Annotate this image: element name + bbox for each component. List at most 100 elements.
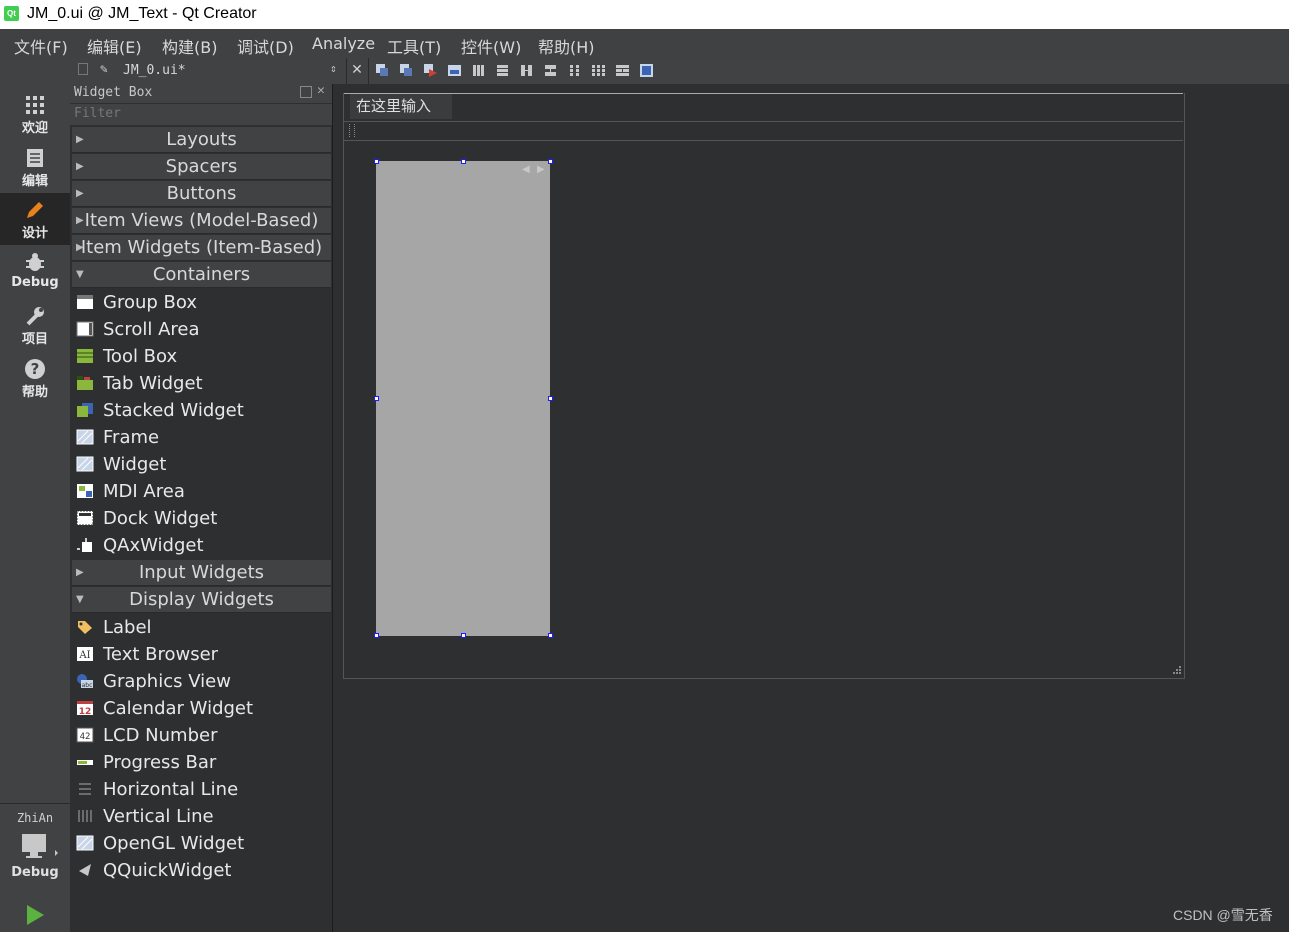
grid-icon [26, 96, 44, 114]
close-document-icon[interactable]: ✕ [349, 62, 365, 78]
selection-handle[interactable] [461, 633, 466, 638]
mode-label: 帮助 [21, 385, 48, 400]
document-icon [27, 149, 43, 167]
menu-tools[interactable]: 工具(T) [387, 34, 441, 58]
menu-file[interactable]: 文件(F) [14, 34, 68, 58]
menu-analyze[interactable]: Analyze [312, 34, 375, 53]
layout-h-splitter-icon[interactable] [521, 65, 532, 76]
layout-horizontal-icon[interactable] [473, 65, 484, 76]
menu-bar: 文件(F) 编辑(E) 构建(B) 调试(D) Analyze 工具(T) 控件… [0, 29, 1289, 58]
adjust-size-icon[interactable] [640, 64, 653, 77]
widget-item-tab-widget[interactable]: Tab Widget [72, 370, 331, 397]
category-display-widgets[interactable]: ▼ Display Widgets [72, 587, 331, 613]
menu-help[interactable]: 帮助(H) [538, 34, 595, 58]
form-toolbar-area[interactable] [344, 121, 1183, 141]
widget-item-label: Stacked Widget [103, 400, 244, 421]
panel-splitter[interactable] [332, 84, 333, 932]
widget-item-label: Widget [103, 454, 167, 475]
mode-projects[interactable]: 项目 [0, 299, 70, 351]
kit-selector[interactable] [12, 831, 58, 867]
svg-text:AI: AI [78, 650, 90, 661]
widget-item-group-box[interactable]: Group Box [72, 289, 331, 316]
run-button[interactable] [24, 904, 46, 926]
mode-design[interactable]: 设计 [0, 193, 70, 245]
float-icon[interactable] [300, 86, 312, 98]
layout-grid-icon[interactable] [592, 65, 605, 76]
filter-placeholder: Filter [74, 106, 121, 121]
selection-handle[interactable] [374, 396, 379, 401]
category-containers[interactable]: ▼ Containers [72, 262, 331, 288]
selection-handle[interactable] [548, 159, 553, 164]
widget-item-label: Tool Box [103, 346, 178, 367]
mode-welcome[interactable]: 欢迎 [0, 88, 70, 140]
group-box-icon [77, 295, 93, 309]
document-combo[interactable]: ✎ JM_0.ui* ⇕ [70, 58, 346, 84]
layout-v-splitter-icon[interactable] [545, 65, 556, 76]
selection-handle[interactable] [374, 633, 379, 638]
widget-item-graphics-view[interactable]: abc Graphics View [72, 668, 331, 695]
selection-handle[interactable] [548, 396, 553, 401]
widget-item-dock-widget[interactable]: Dock Widget [72, 505, 331, 532]
menu-debug[interactable]: 调试(D) [237, 34, 294, 58]
close-icon[interactable]: ✕ [317, 83, 325, 98]
widget-item-calendar-widget[interactable]: 12 Calendar Widget [72, 695, 331, 722]
edit-widgets-icon[interactable] [376, 64, 388, 76]
vertical-line-icon [78, 810, 92, 822]
window-title: JM_0.ui @ JM_Text - Qt Creator [27, 5, 257, 22]
page-prev-arrow-icon[interactable]: ◀ [522, 164, 530, 175]
category-item-widgets[interactable]: ▶ Item Widgets (Item-Based) [72, 235, 331, 261]
widget-item-label: LCD Number [103, 725, 218, 746]
combo-arrows-icon: ⇕ [330, 62, 337, 75]
widget-item-opengl-widget[interactable]: OpenGL Widget [72, 830, 331, 857]
page-next-arrow-icon[interactable]: ▶ [537, 164, 545, 175]
menu-controls[interactable]: 控件(W) [461, 34, 521, 58]
category-input-widgets[interactable]: ▶ Input Widgets [72, 560, 331, 586]
widget-item-vertical-line[interactable]: Vertical Line [72, 803, 331, 830]
open-file-name: JM_0.ui* [123, 63, 186, 78]
widget-item-progress-bar[interactable]: Progress Bar [72, 749, 331, 776]
wrench-icon [26, 307, 44, 326]
mode-label: 项目 [21, 332, 48, 347]
mode-help[interactable]: ? 帮助 [0, 352, 70, 404]
edit-signals-icon[interactable] [400, 64, 412, 76]
mode-edit[interactable]: 编辑 [0, 141, 70, 193]
widget-filter-input[interactable]: Filter [70, 104, 332, 125]
monitor-icon [22, 834, 58, 858]
edit-tab-order-icon[interactable] [448, 65, 461, 76]
widget-item-text-browser[interactable]: AI Text Browser [72, 641, 331, 668]
selection-handle[interactable] [548, 633, 553, 638]
widget-item-horizontal-line[interactable]: Horizontal Line [72, 776, 331, 803]
category-label: Input Widgets [138, 562, 265, 583]
widget-item-stacked-widget[interactable]: Stacked Widget [72, 397, 331, 424]
file-edit-icon: ✎ [100, 62, 108, 77]
widget-item-scroll-area[interactable]: Scroll Area [72, 316, 331, 343]
mode-debug[interactable]: Debug [0, 246, 70, 298]
menu-build[interactable]: 构建(B) [162, 34, 217, 58]
category-item-views[interactable]: ▶ Item Views (Model-Based) [72, 208, 331, 234]
category-label: Containers [152, 264, 251, 285]
selection-handle[interactable] [461, 159, 466, 164]
category-spacers[interactable]: ▶ Spacers [72, 154, 331, 180]
selection-handle[interactable] [374, 159, 379, 164]
stacked-widget[interactable]: ◀ ▶ [376, 161, 550, 636]
form-menu-bar[interactable] [344, 93, 1183, 122]
layout-vertical-icon[interactable] [497, 65, 508, 76]
category-layouts[interactable]: ▶ Layouts [72, 127, 331, 153]
layout-form-icon[interactable] [570, 65, 579, 76]
widget-item-label[interactable]: Label [72, 614, 331, 641]
widget-item-lcd-number[interactable]: 42 LCD Number [72, 722, 331, 749]
widget-item-widget[interactable]: Widget [72, 451, 331, 478]
category-label: Item Views (Model-Based) [84, 210, 319, 231]
widget-item-qaxwidget[interactable]: QAxWidget [72, 532, 331, 559]
form-menu-placeholder[interactable]: 在这里输入 [350, 94, 452, 119]
break-layout-icon[interactable] [616, 65, 629, 76]
widget-item-frame[interactable]: Frame [72, 424, 331, 451]
widget-item-qquickwidget[interactable]: QQuickWidget [72, 857, 331, 884]
menu-edit[interactable]: 编辑(E) [87, 34, 142, 58]
edit-buddies-icon[interactable] [424, 64, 437, 77]
widget-item-tool-box[interactable]: Tool Box [72, 343, 331, 370]
widget-item-mdi-area[interactable]: MDI Area [72, 478, 331, 505]
widget-item-label: Tab Widget [103, 373, 203, 394]
form-resize-grip-icon[interactable] [1170, 665, 1182, 677]
category-buttons[interactable]: ▶ Buttons [72, 181, 331, 207]
